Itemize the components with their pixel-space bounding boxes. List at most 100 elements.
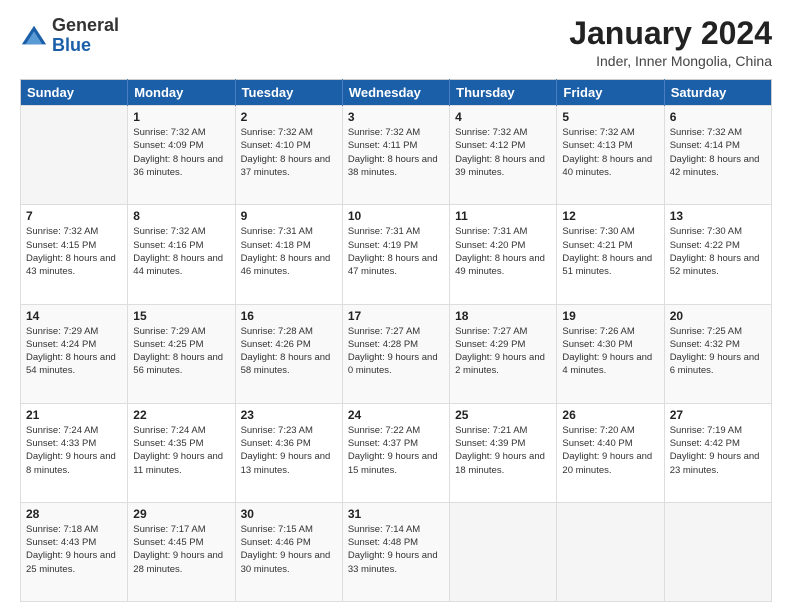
day-number: 23 bbox=[241, 408, 337, 422]
logo-icon bbox=[20, 22, 48, 50]
calendar-cell: 18 Sunrise: 7:27 AMSunset: 4:29 PMDayligh… bbox=[450, 304, 557, 403]
calendar-cell: 5 Sunrise: 7:32 AMSunset: 4:13 PMDaylight… bbox=[557, 106, 664, 205]
day-info: Sunrise: 7:31 AMSunset: 4:20 PMDaylight:… bbox=[455, 225, 551, 278]
day-info: Sunrise: 7:24 AMSunset: 4:33 PMDaylight:… bbox=[26, 424, 122, 477]
calendar-cell: 3Sunrise: 7:32 AMSunset: 4:11 PMDaylight… bbox=[342, 106, 449, 205]
day-number: 5 bbox=[562, 110, 658, 124]
weekday-header-saturday: Saturday bbox=[664, 80, 771, 106]
calendar-cell: 28Sunrise: 7:18 AMSunset: 4:43 PMDayligh… bbox=[21, 502, 128, 601]
header: General Blue January 2024 Inder, Inner M… bbox=[20, 16, 772, 69]
day-number: 18 bbox=[455, 309, 551, 323]
day-number: 27 bbox=[670, 408, 766, 422]
calendar-cell: 26Sunrise: 7:20 AMSunset: 4:40 PMDayligh… bbox=[557, 403, 664, 502]
calendar-cell: 24 Sunrise: 7:22 AMSunset: 4:37 PMDayligh… bbox=[342, 403, 449, 502]
calendar-cell: 11Sunrise: 7:31 AMSunset: 4:20 PMDayligh… bbox=[450, 205, 557, 304]
day-number: 9 bbox=[241, 209, 337, 223]
day-info: Sunrise: 7:18 AMSunset: 4:43 PMDaylight:… bbox=[26, 523, 122, 576]
day-info: Sunrise: 7:27 AMSunset: 4:29 PMDaylight:… bbox=[455, 325, 551, 378]
day-info: Sunrise: 7:32 AMSunset: 4:15 PMDaylight:… bbox=[26, 225, 122, 278]
calendar-cell: 4 Sunrise: 7:32 AMSunset: 4:12 PMDaylight… bbox=[450, 106, 557, 205]
week-row-5: 28Sunrise: 7:18 AMSunset: 4:43 PMDayligh… bbox=[21, 502, 772, 601]
calendar-cell: 16 Sunrise: 7:28 AMSunset: 4:26 PMDayligh… bbox=[235, 304, 342, 403]
day-number: 16 bbox=[241, 309, 337, 323]
day-number: 17 bbox=[348, 309, 444, 323]
day-number: 2 bbox=[241, 110, 337, 124]
day-number: 6 bbox=[670, 110, 766, 124]
page: General Blue January 2024 Inder, Inner M… bbox=[0, 0, 792, 612]
day-info: Sunrise: 7:32 AMSunset: 4:12 PMDaylight:… bbox=[455, 126, 551, 179]
day-info: Sunrise: 7:32 AMSunset: 4:13 PMDaylight:… bbox=[562, 126, 658, 179]
weekday-header-friday: Friday bbox=[557, 80, 664, 106]
calendar-cell: 14Sunrise: 7:29 AMSunset: 4:24 PMDayligh… bbox=[21, 304, 128, 403]
day-number: 31 bbox=[348, 507, 444, 521]
logo-text: General Blue bbox=[52, 16, 119, 56]
weekday-header-sunday: Sunday bbox=[21, 80, 128, 106]
day-info: Sunrise: 7:30 AMSunset: 4:21 PMDaylight:… bbox=[562, 225, 658, 278]
day-info: Sunrise: 7:21 AMSunset: 4:39 PMDaylight:… bbox=[455, 424, 551, 477]
day-info: Sunrise: 7:27 AMSunset: 4:28 PMDaylight:… bbox=[348, 325, 444, 378]
day-number: 26 bbox=[562, 408, 658, 422]
calendar-subtitle: Inder, Inner Mongolia, China bbox=[569, 53, 772, 69]
day-info: Sunrise: 7:31 AMSunset: 4:18 PMDaylight:… bbox=[241, 225, 337, 278]
calendar-cell: 12 Sunrise: 7:30 AMSunset: 4:21 PMDayligh… bbox=[557, 205, 664, 304]
day-info: Sunrise: 7:15 AMSunset: 4:46 PMDaylight:… bbox=[241, 523, 337, 576]
day-info: Sunrise: 7:25 AMSunset: 4:32 PMDaylight:… bbox=[670, 325, 766, 378]
title-block: January 2024 Inder, Inner Mongolia, Chin… bbox=[569, 16, 772, 69]
week-row-1: 1Sunrise: 7:32 AMSunset: 4:09 PMDaylight… bbox=[21, 106, 772, 205]
calendar-cell: 7 Sunrise: 7:32 AMSunset: 4:15 PMDaylight… bbox=[21, 205, 128, 304]
calendar-cell bbox=[21, 106, 128, 205]
day-number: 13 bbox=[670, 209, 766, 223]
calendar-title: January 2024 bbox=[569, 16, 772, 51]
week-row-3: 14Sunrise: 7:29 AMSunset: 4:24 PMDayligh… bbox=[21, 304, 772, 403]
weekday-header-tuesday: Tuesday bbox=[235, 80, 342, 106]
calendar-cell bbox=[557, 502, 664, 601]
calendar-cell: 2 Sunrise: 7:32 AMSunset: 4:10 PMDaylight… bbox=[235, 106, 342, 205]
day-number: 8 bbox=[133, 209, 229, 223]
calendar-cell: 31 Sunrise: 7:14 AMSunset: 4:48 PMDayligh… bbox=[342, 502, 449, 601]
day-number: 10 bbox=[348, 209, 444, 223]
day-info: Sunrise: 7:17 AMSunset: 4:45 PMDaylight:… bbox=[133, 523, 229, 576]
day-info: Sunrise: 7:24 AMSunset: 4:35 PMDaylight:… bbox=[133, 424, 229, 477]
day-info: Sunrise: 7:32 AMSunset: 4:14 PMDaylight:… bbox=[670, 126, 766, 179]
day-info: Sunrise: 7:29 AMSunset: 4:24 PMDaylight:… bbox=[26, 325, 122, 378]
day-number: 24 bbox=[348, 408, 444, 422]
weekday-header-wednesday: Wednesday bbox=[342, 80, 449, 106]
week-row-4: 21 Sunrise: 7:24 AMSunset: 4:33 PMDayligh… bbox=[21, 403, 772, 502]
calendar-cell: 17 Sunrise: 7:27 AMSunset: 4:28 PMDayligh… bbox=[342, 304, 449, 403]
day-number: 7 bbox=[26, 209, 122, 223]
weekday-header-thursday: Thursday bbox=[450, 80, 557, 106]
calendar-cell: 25Sunrise: 7:21 AMSunset: 4:39 PMDayligh… bbox=[450, 403, 557, 502]
calendar-cell: 22 Sunrise: 7:24 AMSunset: 4:35 PMDayligh… bbox=[128, 403, 235, 502]
day-info: Sunrise: 7:23 AMSunset: 4:36 PMDaylight:… bbox=[241, 424, 337, 477]
calendar-cell: 23 Sunrise: 7:23 AMSunset: 4:36 PMDayligh… bbox=[235, 403, 342, 502]
calendar-cell: 13Sunrise: 7:30 AMSunset: 4:22 PMDayligh… bbox=[664, 205, 771, 304]
day-info: Sunrise: 7:29 AMSunset: 4:25 PMDaylight:… bbox=[133, 325, 229, 378]
day-info: Sunrise: 7:22 AMSunset: 4:37 PMDaylight:… bbox=[348, 424, 444, 477]
week-row-2: 7 Sunrise: 7:32 AMSunset: 4:15 PMDaylight… bbox=[21, 205, 772, 304]
day-info: Sunrise: 7:32 AMSunset: 4:16 PMDaylight:… bbox=[133, 225, 229, 278]
day-number: 12 bbox=[562, 209, 658, 223]
day-number: 20 bbox=[670, 309, 766, 323]
day-info: Sunrise: 7:28 AMSunset: 4:26 PMDaylight:… bbox=[241, 325, 337, 378]
calendar-cell: 27Sunrise: 7:19 AMSunset: 4:42 PMDayligh… bbox=[664, 403, 771, 502]
day-info: Sunrise: 7:32 AMSunset: 4:10 PMDaylight:… bbox=[241, 126, 337, 179]
calendar-cell: 9 Sunrise: 7:31 AMSunset: 4:18 PMDaylight… bbox=[235, 205, 342, 304]
calendar-cell bbox=[664, 502, 771, 601]
day-number: 21 bbox=[26, 408, 122, 422]
calendar-cell: 10Sunrise: 7:31 AMSunset: 4:19 PMDayligh… bbox=[342, 205, 449, 304]
calendar-table: SundayMondayTuesdayWednesdayThursdayFrid… bbox=[20, 79, 772, 602]
weekday-header-row: SundayMondayTuesdayWednesdayThursdayFrid… bbox=[21, 80, 772, 106]
day-info: Sunrise: 7:26 AMSunset: 4:30 PMDaylight:… bbox=[562, 325, 658, 378]
calendar-cell: 1Sunrise: 7:32 AMSunset: 4:09 PMDaylight… bbox=[128, 106, 235, 205]
day-number: 22 bbox=[133, 408, 229, 422]
day-number: 30 bbox=[241, 507, 337, 521]
day-number: 19 bbox=[562, 309, 658, 323]
calendar-cell: 21 Sunrise: 7:24 AMSunset: 4:33 PMDayligh… bbox=[21, 403, 128, 502]
day-info: Sunrise: 7:14 AMSunset: 4:48 PMDaylight:… bbox=[348, 523, 444, 576]
day-number: 4 bbox=[455, 110, 551, 124]
calendar-cell: 19 Sunrise: 7:26 AMSunset: 4:30 PMDayligh… bbox=[557, 304, 664, 403]
calendar-cell: 15Sunrise: 7:29 AMSunset: 4:25 PMDayligh… bbox=[128, 304, 235, 403]
day-info: Sunrise: 7:32 AMSunset: 4:09 PMDaylight:… bbox=[133, 126, 229, 179]
calendar-cell: 20 Sunrise: 7:25 AMSunset: 4:32 PMDayligh… bbox=[664, 304, 771, 403]
day-info: Sunrise: 7:32 AMSunset: 4:11 PMDaylight:… bbox=[348, 126, 444, 179]
